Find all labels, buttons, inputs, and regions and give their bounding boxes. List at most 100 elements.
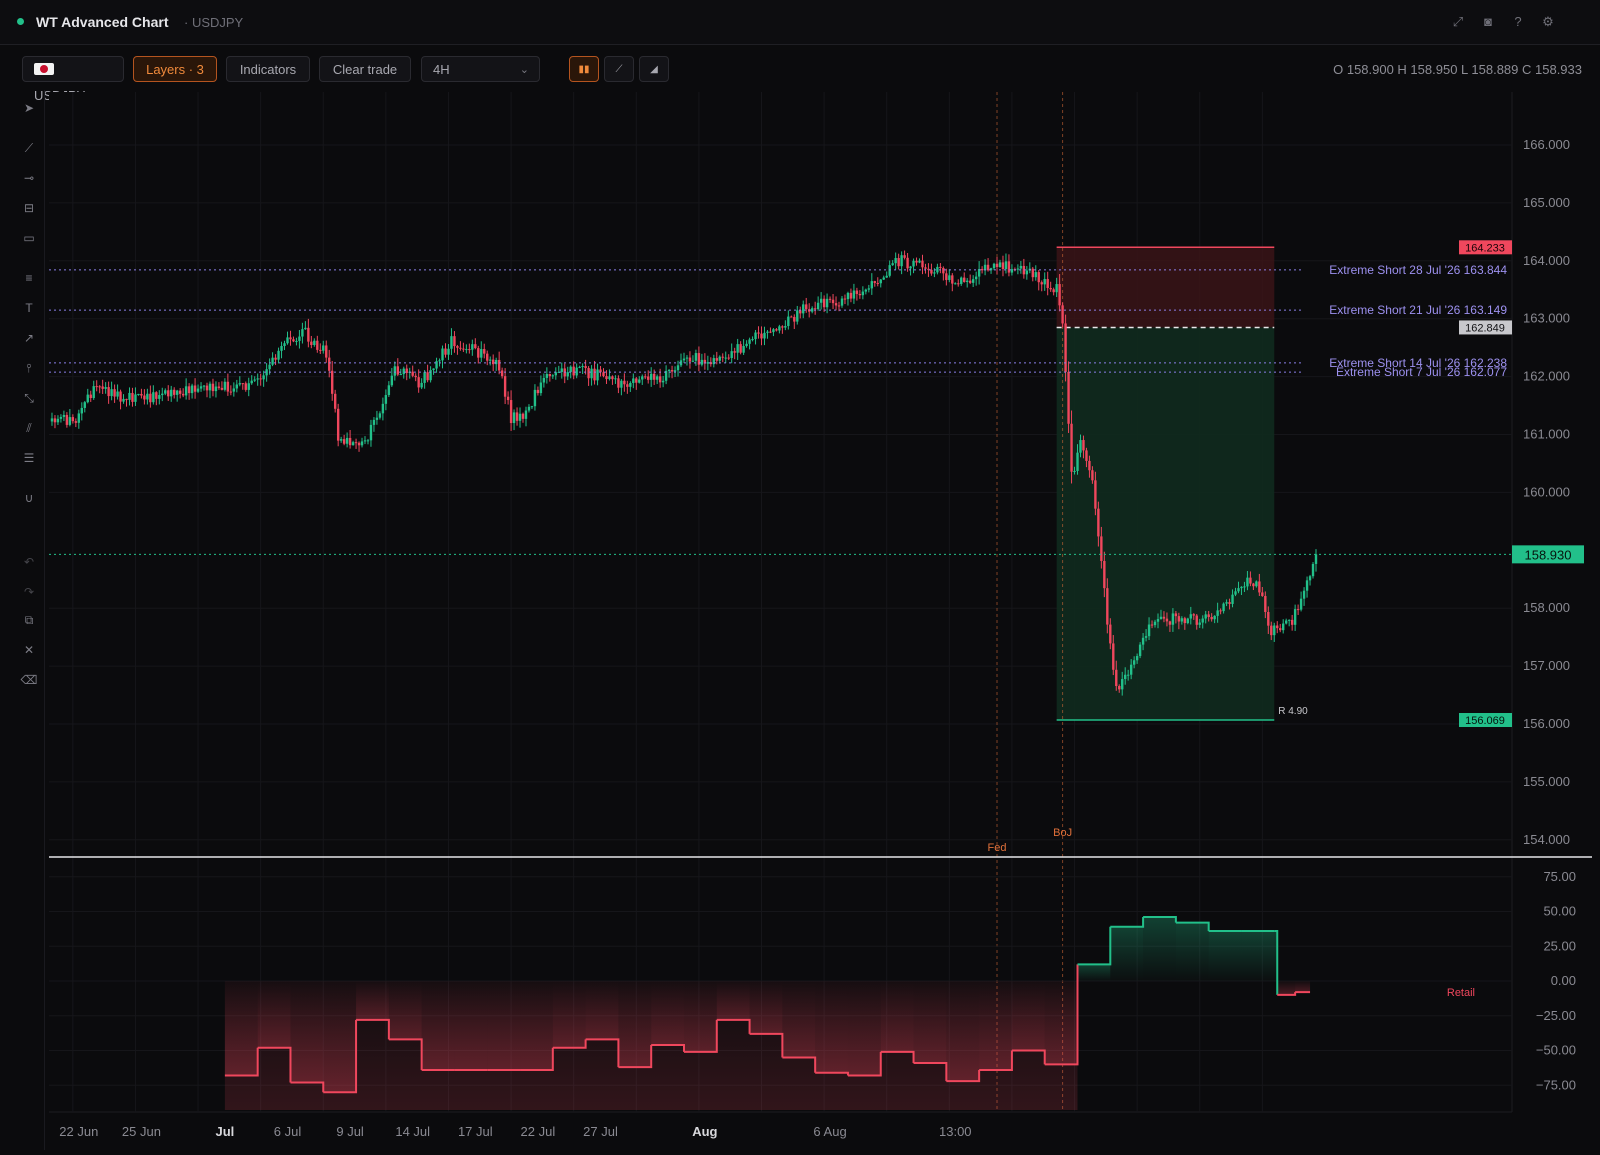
candle-body (652, 373, 656, 380)
candle-body (250, 380, 253, 384)
candle-body (924, 267, 927, 269)
candle-body (1103, 560, 1106, 589)
candle-body (80, 407, 83, 414)
candle-body (158, 395, 161, 399)
candle-body (763, 332, 766, 339)
candle-body (730, 351, 733, 358)
candle-body (1124, 674, 1127, 680)
x-tick-label: 27 Jul (583, 1124, 618, 1139)
candle-body (685, 357, 689, 359)
candle-body (891, 263, 894, 266)
candle-body (620, 380, 623, 388)
candle-body (813, 308, 817, 310)
candle-body (304, 327, 307, 330)
candle-body (879, 279, 882, 284)
candle-body (1132, 660, 1136, 665)
y-tick-label: 164.000 (1523, 253, 1570, 268)
candle-body (1204, 614, 1207, 619)
candle-body (542, 377, 546, 383)
candle (1064, 314, 1067, 382)
sub-area-negative (1277, 981, 1296, 995)
candle-body (226, 381, 230, 392)
candle-body (1273, 625, 1276, 636)
candle-body (316, 340, 319, 350)
candle-body (110, 389, 113, 397)
candle-body (1153, 621, 1157, 626)
candle-body (623, 380, 626, 385)
candle-body (617, 378, 620, 388)
candle-body (1138, 644, 1142, 657)
candle-body (235, 384, 239, 389)
candle-body (283, 343, 286, 347)
level-label: Extreme Short 28 Jul '26 163.844 (1329, 263, 1507, 277)
y-tick-label: 162.000 (1523, 369, 1570, 384)
candle-body (658, 376, 662, 383)
candle-body (515, 412, 519, 421)
candle-body (471, 344, 474, 350)
candle-body (462, 348, 465, 350)
candle-body (736, 344, 739, 353)
candle-body (199, 386, 203, 389)
candle-body (271, 357, 274, 365)
candle-body (140, 393, 143, 396)
candle-body (739, 344, 742, 353)
candle-body (915, 260, 918, 263)
candle-body (193, 385, 197, 392)
candle-body (1141, 637, 1145, 645)
candle-body (960, 277, 963, 284)
candle-body (1284, 620, 1288, 624)
candle-body (1261, 592, 1264, 596)
candle-body (1064, 323, 1067, 372)
candle-body (611, 376, 614, 380)
candle-body (1302, 590, 1306, 599)
candle-body (995, 263, 999, 268)
candle-body (775, 329, 778, 331)
candle-body (468, 349, 471, 351)
candle-body (849, 292, 853, 299)
sub-area-positive (1175, 922, 1209, 981)
candle-body (447, 348, 450, 355)
candle-body (494, 359, 498, 365)
candle-body (50, 418, 54, 422)
candle-body (629, 382, 632, 387)
candle-body (295, 340, 298, 342)
candle-body (1118, 686, 1121, 690)
x-tick-label: Aug (692, 1124, 717, 1139)
candle-body (170, 389, 173, 397)
candle-body (411, 371, 414, 376)
candle-body (456, 346, 459, 348)
candle-body (587, 368, 590, 379)
candle-body (602, 372, 605, 377)
candle-body (655, 376, 659, 380)
candle-body (1252, 583, 1255, 587)
candle-body (936, 266, 939, 273)
candle-body (796, 310, 799, 322)
candle-body (521, 413, 525, 419)
candle-body (1249, 577, 1252, 584)
candle-body (149, 393, 152, 403)
candle-body (772, 329, 775, 333)
chart-canvas[interactable]: 22 Jun 25 Jun Jul 6 Jul 9 Jul 14 Jul 17 Jul 22 … (0, 0, 1600, 1155)
candle-body (1219, 610, 1222, 612)
candle-body (897, 257, 900, 267)
candle-body (667, 370, 671, 372)
sub-y-tick-label: 75.00 (1543, 869, 1576, 884)
sub-step-line (1110, 917, 1145, 928)
candle-body (214, 386, 218, 392)
candle-body (1180, 618, 1184, 622)
candle-body (116, 391, 119, 397)
candle-body (793, 316, 796, 322)
candle-body (885, 275, 888, 278)
candle-body (1121, 679, 1124, 690)
candle-body (957, 283, 960, 285)
candle-body (131, 392, 134, 402)
sub-y-tick-label: 50.00 (1543, 904, 1576, 919)
candle-body (635, 378, 638, 383)
candle-body (1234, 591, 1237, 595)
candle-body (1216, 610, 1219, 616)
candle-body (745, 343, 748, 347)
candle-body (1159, 616, 1163, 620)
candle-body (432, 368, 435, 371)
candle-body (354, 442, 358, 444)
candle-body (840, 298, 844, 306)
